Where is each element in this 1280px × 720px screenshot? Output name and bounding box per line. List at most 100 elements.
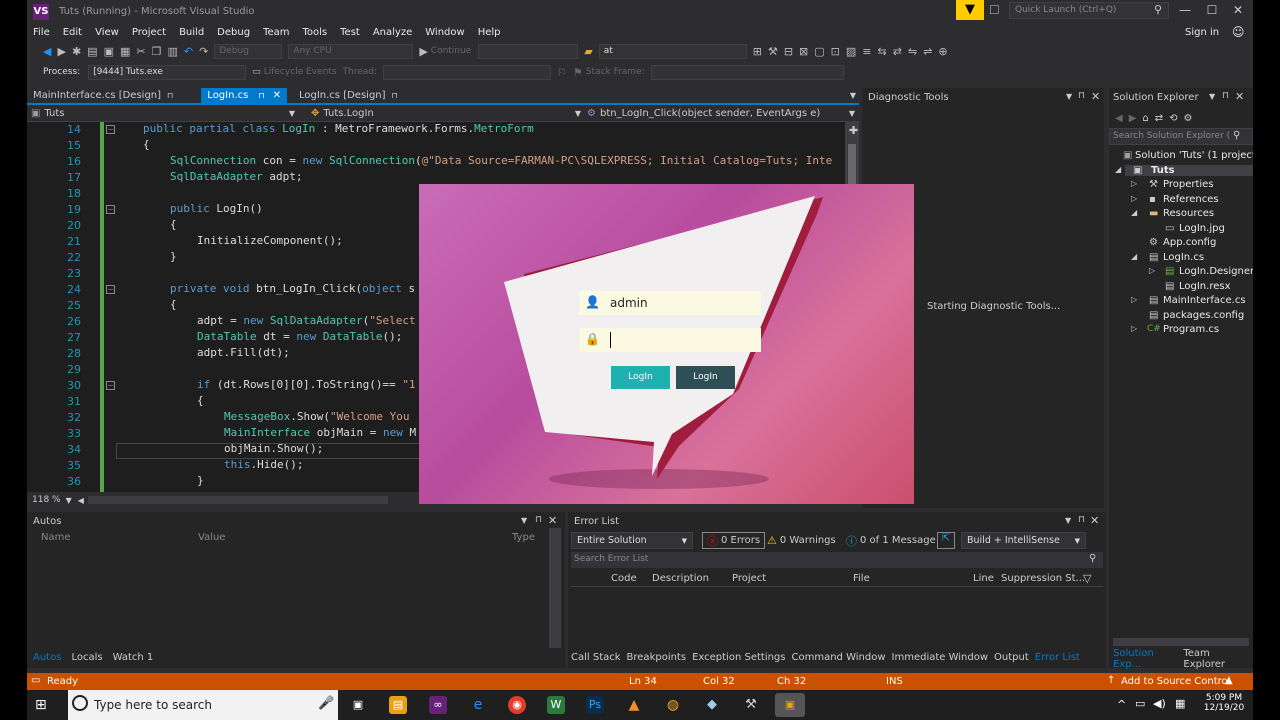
tab-login-cs[interactable]: LogIn.cs ⊓ ✕ [201, 88, 287, 103]
photoshop-icon[interactable]: Ps [586, 696, 604, 714]
username-input[interactable]: 👤 admin [579, 291, 761, 315]
menu-view[interactable]: View [95, 27, 119, 38]
tab-immediate-window[interactable]: Immediate Window [892, 652, 989, 663]
tab-exception-settings[interactable]: Exception Settings [692, 652, 785, 663]
taskbar-search-box[interactable]: Type here to search 🎤 [68, 690, 338, 720]
tool-icon-4[interactable]: ▢ [814, 45, 824, 58]
tree-item-login-cs[interactable]: LogIn.cs [1163, 252, 1204, 263]
tool-icon-2[interactable]: ⊟ [784, 45, 793, 58]
tab-output[interactable]: Output [994, 652, 1029, 663]
open-file-icon[interactable]: ▤ [87, 45, 97, 58]
expand-icon[interactable]: ▷ [1131, 179, 1137, 188]
tool-icon-8[interactable]: ⇆ [878, 45, 887, 58]
sync-icon[interactable]: ⇄ [1155, 113, 1163, 124]
expand-icon[interactable]: ◢ [1131, 252, 1137, 261]
expand-icon[interactable]: ◢ [1115, 165, 1121, 174]
thread-filter-icon[interactable]: ⚑ [573, 66, 583, 79]
tool-icon-11[interactable]: ⇌ [923, 45, 932, 58]
tree-item-login-resx[interactable]: LogIn.resx [1179, 281, 1231, 292]
column-header-suppression[interactable]: Suppression St... [1001, 573, 1085, 584]
pin-icon[interactable]: ⊓ [1078, 515, 1085, 525]
project-dropdown[interactable]: ▣ Tuts ▼ [31, 108, 295, 119]
pin-icon[interactable]: ⊓ [1222, 91, 1229, 101]
login-button-secondary[interactable]: LogIn [676, 366, 735, 389]
scope-select[interactable]: Entire Solution ▼ [571, 532, 693, 549]
pin-icon[interactable]: ⊓ [535, 515, 542, 525]
thread-select[interactable] [383, 64, 552, 80]
feedback-icon[interactable]: ☐ [989, 3, 1000, 17]
tool-icon-7[interactable]: ≡ [862, 45, 871, 58]
tab-autos[interactable]: Autos [33, 652, 61, 663]
tool-icon-10[interactable]: ⇋ [908, 45, 917, 58]
pin-icon[interactable]: ⊓ [392, 91, 398, 100]
redo-icon[interactable]: ↷ [199, 45, 208, 58]
copy-icon[interactable]: ❐ [152, 45, 162, 58]
history-icon[interactable]: ⟲ [1169, 113, 1177, 124]
target-select[interactable] [478, 43, 579, 59]
windows-start-icon[interactable]: ⊞ [35, 697, 47, 713]
expand-icon[interactable]: ▷ [1131, 194, 1137, 203]
undo-icon[interactable]: ↶ [184, 45, 193, 58]
cut-icon[interactable]: ✂ [136, 45, 145, 58]
tab-team-explorer[interactable]: Team Explorer [1183, 648, 1243, 670]
home-icon[interactable]: ⌂ [1142, 113, 1148, 124]
chrome-icon[interactable]: ◉ [508, 696, 526, 714]
visual-studio-taskbar-icon[interactable]: ∞ [429, 696, 447, 714]
search-icon[interactable]: ⚲ [1233, 130, 1240, 141]
back-icon[interactable]: ◀ [1115, 113, 1123, 124]
maximize-button[interactable]: ☐ [1203, 3, 1221, 17]
lifecycle-icon[interactable]: ▭ [252, 67, 261, 77]
column-header-line[interactable]: Line [973, 573, 994, 584]
forward-icon[interactable]: ▶ [57, 45, 65, 58]
horizontal-scrollbar[interactable] [87, 496, 388, 504]
dropdown-icon[interactable]: ▼ [1209, 92, 1215, 101]
tab-login-design[interactable]: LogIn.cs [Design] ⊓ [293, 88, 404, 103]
edge-icon[interactable]: e [469, 696, 487, 714]
notification-filter-icon[interactable]: ▼ [956, 0, 984, 20]
class-dropdown[interactable]: ✥ Tuts.LogIn ▼ [311, 108, 581, 119]
search-icon[interactable]: ⚲ [1089, 553, 1096, 564]
process-select[interactable]: [9444] Tuts.exe [88, 64, 247, 80]
funnel-icon[interactable]: ▽ [1083, 572, 1091, 585]
search-icon[interactable]: ⚲ [1154, 3, 1162, 16]
pin-icon[interactable]: ⊓ [1078, 91, 1085, 101]
tree-item-packages-config[interactable]: packages.config [1163, 310, 1244, 321]
pin-icon[interactable]: ⊓ [167, 91, 173, 100]
tool-icon-1[interactable]: ⊞ [753, 45, 762, 58]
tree-item-solution[interactable]: Solution 'Tuts' (1 project) [1135, 150, 1253, 161]
tab-call-stack[interactable]: Call Stack [571, 652, 621, 663]
pin-icon[interactable]: ⊓ [258, 91, 264, 100]
scroll-left-icon[interactable]: ◀ [78, 496, 84, 505]
tool-icon-12[interactable]: ⊕ [938, 45, 947, 58]
menu-edit[interactable]: Edit [63, 27, 82, 38]
paste-icon[interactable]: ▥ [167, 45, 177, 58]
login-button[interactable]: LogIn [611, 366, 670, 389]
split-icon[interactable]: ✚ [849, 124, 858, 137]
dropdown-icon[interactable]: ▼ [1065, 516, 1071, 525]
app-icon[interactable]: ◆ [703, 696, 721, 714]
tree-item-login-jpg[interactable]: LogIn.jpg [1179, 223, 1225, 234]
menu-team[interactable]: Team [263, 27, 289, 38]
column-header-type[interactable]: Type [512, 532, 535, 543]
search-error-list-input[interactable]: Search Error List [571, 552, 1103, 568]
tree-item-program-cs[interactable]: Program.cs [1163, 324, 1219, 335]
find-icon[interactable]: ▰ [584, 45, 592, 58]
collapse-icon[interactable]: − [106, 125, 115, 134]
find-combo[interactable]: at [598, 43, 747, 59]
tree-item-properties[interactable]: Properties [1163, 179, 1214, 190]
menu-build[interactable]: Build [179, 27, 204, 38]
flag-icon[interactable]: ⚐ [557, 66, 567, 79]
back-icon[interactable]: ◀ [43, 45, 51, 58]
keyboard-icon[interactable]: ▦ [1175, 697, 1185, 710]
solution-search-input[interactable]: Search Solution Explorer ( [1109, 128, 1253, 145]
tree-item-project[interactable]: Tuts [1125, 165, 1253, 176]
add-to-source-control-button[interactable]: Add to Source Control [1121, 676, 1230, 687]
tool-icon-3[interactable]: ⊠ [799, 45, 808, 58]
member-dropdown[interactable]: ⚙ btn_LogIn_Click(object sender, EventArg… [587, 108, 855, 119]
dropdown-icon[interactable]: ▼ [521, 516, 527, 525]
volume-icon[interactable]: ◀) [1153, 697, 1166, 710]
tab-error-list[interactable]: Error List [1035, 652, 1080, 663]
tray-chevron-icon[interactable]: ^ [1117, 698, 1126, 711]
password-input[interactable]: 🔒 [579, 328, 761, 352]
menu-help[interactable]: Help [478, 27, 501, 38]
